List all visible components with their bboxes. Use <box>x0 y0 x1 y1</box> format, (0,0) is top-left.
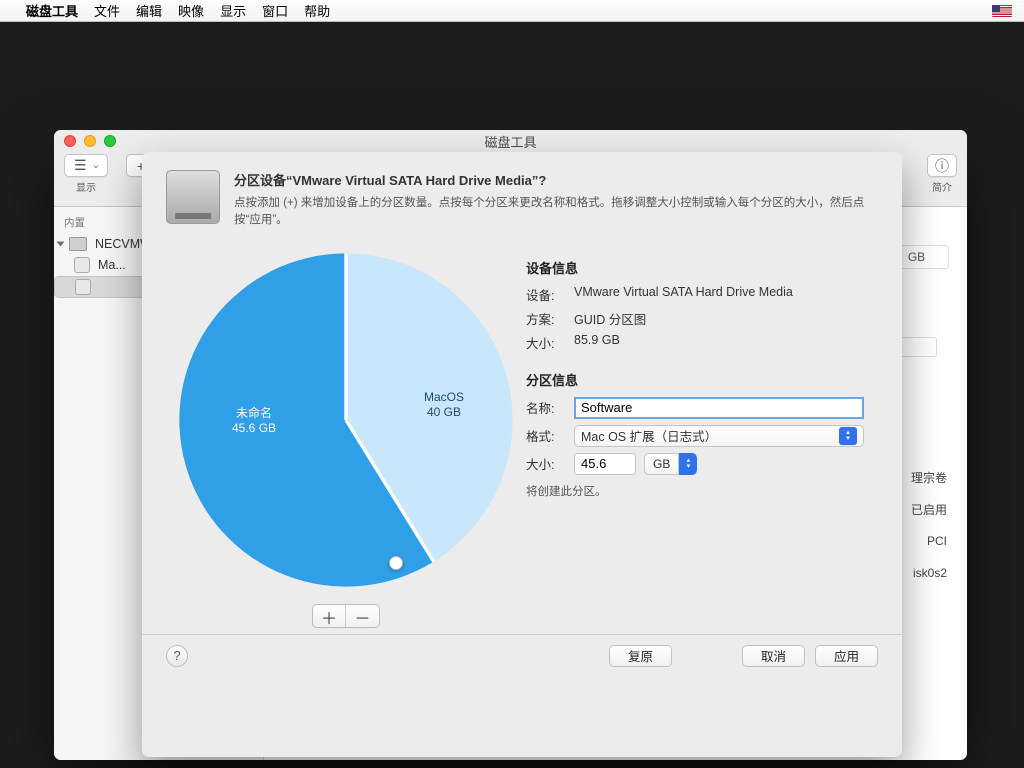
cancel-button[interactable]: 取消 <box>742 645 805 667</box>
menu-view[interactable]: 显示 <box>220 1 246 20</box>
pie-label-a-size: 45.6 GB <box>232 421 276 437</box>
add-partition-button[interactable]: ＋ <box>313 605 346 627</box>
total-size-value: 85.9 GB <box>574 333 878 352</box>
input-source-flag-icon[interactable] <box>992 5 1012 17</box>
device-value: VMware Virtual SATA Hard Drive Media <box>574 285 878 304</box>
unit-value: GB <box>644 453 679 475</box>
window-zoom-button[interactable] <box>104 135 116 147</box>
toolbar-view[interactable]: ☰⌄ 显示 <box>64 154 108 194</box>
partition-format-select[interactable]: Mac OS 扩展（日志式） ▴▾ <box>574 425 864 447</box>
partition-hint: 将创建此分区。 <box>526 483 878 499</box>
device-label: 设备: <box>526 285 574 304</box>
name-label: 名称: <box>526 398 574 417</box>
peek-row: 理宗卷 <box>901 461 957 493</box>
pie-label-b-size: 40 GB <box>424 405 464 421</box>
system-menubar: 磁盘工具 文件 编辑 映像 显示 窗口 帮助 <box>0 0 1024 22</box>
pie-label-b-name: MacOS <box>424 390 464 406</box>
menu-image[interactable]: 映像 <box>178 1 204 20</box>
partition-sheet: 分区设备“VMware Virtual SATA Hard Drive Medi… <box>142 152 902 757</box>
partition-name-input[interactable] <box>574 397 864 419</box>
toolbar-view-label: 显示 <box>76 179 96 194</box>
revert-button[interactable]: 复原 <box>609 645 672 667</box>
sidebar-view-icon: ☰ <box>72 157 89 174</box>
help-button[interactable]: ? <box>166 645 188 667</box>
apply-button[interactable]: 应用 <box>815 645 878 667</box>
partition-size-unit-select[interactable]: GB ▴▾ <box>644 453 697 475</box>
scheme-label: 方案: <box>526 309 574 328</box>
format-label: 格式: <box>526 426 574 445</box>
window-minimize-button[interactable] <box>84 135 96 147</box>
pie-label-a-name: 未命名 <box>232 406 276 422</box>
disclosure-triangle-icon[interactable] <box>57 242 65 247</box>
sheet-subtitle: 点按添加 (+) 来增加设备上的分区数量。点按每个分区来更改名称和格式。拖移调整… <box>234 195 878 230</box>
menu-edit[interactable]: 编辑 <box>136 1 162 20</box>
remove-partition-button[interactable]: － <box>346 605 379 627</box>
peek-row: 已启用 <box>901 493 957 525</box>
partition-size-input[interactable] <box>574 453 636 475</box>
device-info-header: 设备信息 <box>526 258 878 277</box>
menu-file[interactable]: 文件 <box>94 1 120 20</box>
window-close-button[interactable] <box>64 135 76 147</box>
app-menu[interactable]: 磁盘工具 <box>26 1 78 20</box>
partition-pie[interactable]: 未命名 45.6 GB MacOS 40 GB <box>176 250 516 590</box>
partition-info-header: 分区信息 <box>526 370 878 389</box>
volume-icon <box>75 279 91 295</box>
drive-icon <box>69 237 87 251</box>
peek-row: isk0s2 <box>903 557 957 589</box>
info-icon: ⓘ <box>934 157 951 174</box>
psize-label: 大小: <box>526 454 574 473</box>
menu-help[interactable]: 帮助 <box>304 1 330 20</box>
window-title: 磁盘工具 <box>484 132 536 151</box>
select-arrows-icon: ▴▾ <box>679 453 697 475</box>
format-value: Mac OS 扩展（日志式） <box>581 426 717 445</box>
total-size-label: 大小: <box>526 333 574 352</box>
sheet-title: 分区设备“VMware Virtual SATA Hard Drive Medi… <box>234 170 878 189</box>
select-arrows-icon: ▴▾ <box>839 427 857 445</box>
peek-row: PCI <box>917 525 957 557</box>
pie-resize-handle[interactable] <box>389 556 403 570</box>
scheme-value: GUID 分区图 <box>574 309 878 328</box>
window-titlebar: 磁盘工具 <box>54 130 967 152</box>
volume-icon <box>74 257 90 273</box>
partition-add-remove: ＋ － <box>312 604 380 628</box>
hard-drive-icon <box>166 170 220 224</box>
menu-window[interactable]: 窗口 <box>262 1 288 20</box>
toolbar-info[interactable]: ⓘ简介 <box>927 154 957 194</box>
